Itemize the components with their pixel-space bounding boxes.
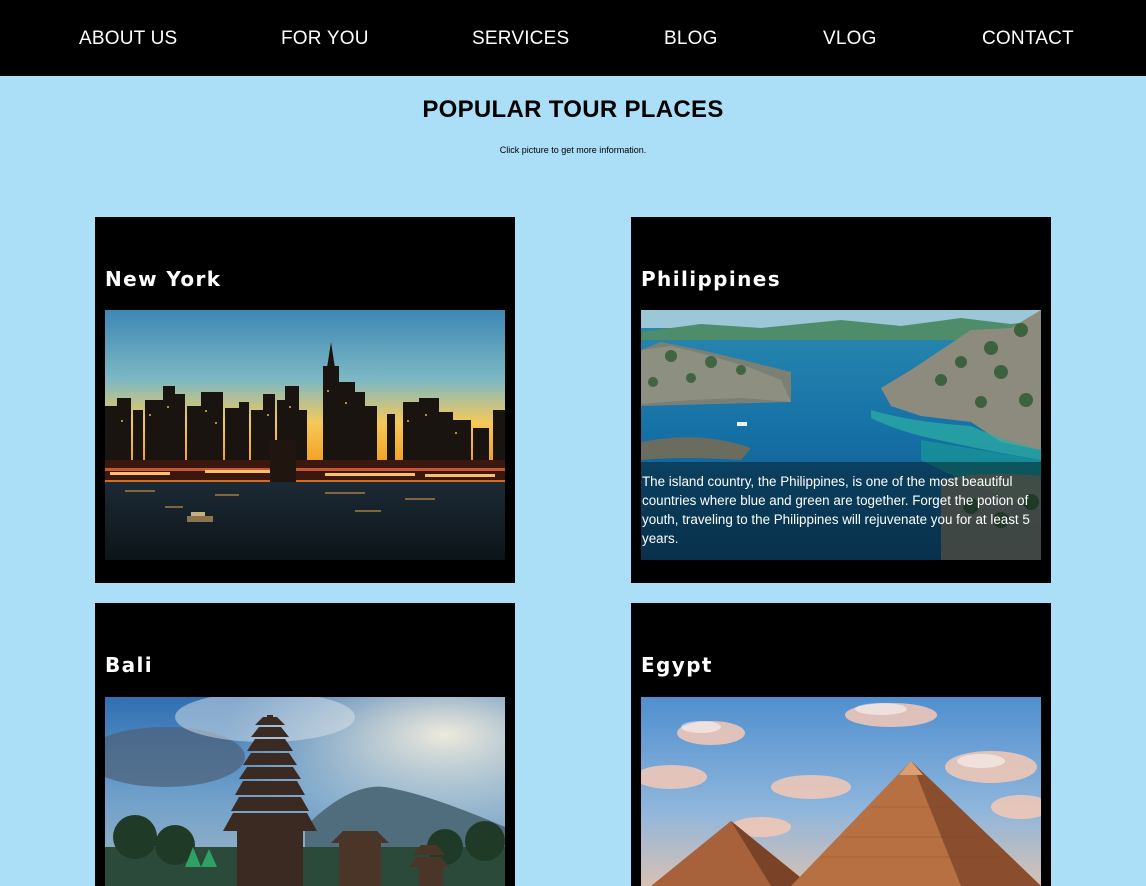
card-title: Philippines: [641, 267, 782, 291]
destination-card-bali: Bali: [95, 603, 515, 886]
egypt-image[interactable]: [641, 697, 1041, 886]
top-navbar: ABOUT US FOR YOU SERVICES BLOG VLOG CONT…: [0, 0, 1146, 76]
destination-card-egypt: Egypt: [631, 603, 1051, 886]
philippines-description: The island country, the Philippines, is …: [641, 462, 1041, 560]
nav-for-you-link[interactable]: FOR YOU: [281, 27, 369, 51]
bali-image[interactable]: [105, 697, 505, 886]
egypt-pyramids-picture: [641, 697, 1041, 886]
nav-contact-link[interactable]: CONTACT: [982, 27, 1074, 51]
page-title: POPULAR TOUR PLACES: [422, 96, 724, 123]
nav-services-link[interactable]: SERVICES: [472, 27, 569, 51]
philippines-image[interactable]: The island country, the Philippines, is …: [641, 310, 1041, 560]
new-york-skyline-picture: [105, 310, 505, 560]
nav-blog-link[interactable]: BLOG: [664, 27, 718, 51]
card-title: New York: [105, 267, 222, 291]
nav-vlog-link[interactable]: VLOG: [823, 27, 877, 51]
card-title: Bali: [105, 653, 154, 677]
card-title: Egypt: [641, 653, 713, 677]
page-subtitle: Click picture to get more information.: [499, 145, 647, 155]
destination-card-philippines: Philippines The island country, the Phil…: [631, 217, 1051, 583]
nav-about-us-link[interactable]: ABOUT US: [79, 27, 177, 51]
new-york-image[interactable]: [105, 310, 505, 560]
bali-temple-picture: [105, 697, 505, 886]
destination-card-new-york: New York: [95, 217, 515, 583]
